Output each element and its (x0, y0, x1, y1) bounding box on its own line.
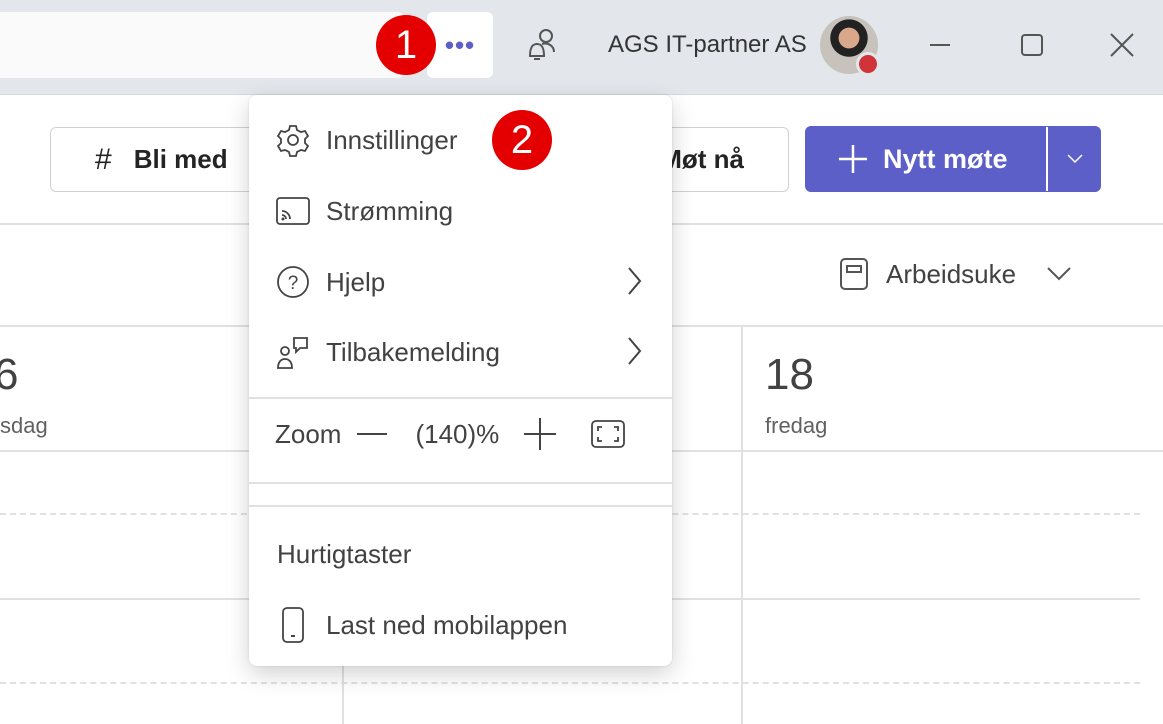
menu-item-feedback[interactable]: Tilbakemelding (249, 322, 672, 382)
more-options-button[interactable]: ••• (427, 12, 493, 78)
gear-icon (275, 122, 311, 158)
organization-name[interactable]: AGS IT-partner AS (608, 31, 807, 59)
svg-text:?: ? (288, 273, 299, 294)
maximize-icon (1021, 34, 1043, 56)
menu-separator (249, 505, 672, 507)
half-hour-line (0, 682, 1140, 684)
hash-icon: # (95, 142, 112, 176)
zoom-out-icon[interactable] (355, 419, 389, 449)
mobile-phone-icon (275, 607, 311, 643)
annotation-badge-1: 1 (376, 15, 436, 75)
zoom-value: (140)% (415, 418, 500, 449)
menu-separator (249, 397, 672, 399)
menu-item-label: Hurtigtaster (277, 538, 412, 569)
new-meeting-label: Nytt møte (883, 143, 1008, 174)
menu-item-label: Innstillinger (326, 124, 458, 155)
status-badge (856, 52, 880, 76)
notification-bell-icon[interactable] (522, 26, 562, 66)
menu-item-mobile-app[interactable]: Last ned mobilappen (249, 595, 672, 655)
day-number: 6 (0, 350, 19, 399)
view-selector[interactable]: Arbeidsuke (840, 258, 1072, 290)
zoom-in-icon[interactable] (523, 417, 557, 451)
zoom-control: Zoom (140)% (275, 417, 626, 451)
search-input[interactable] (0, 12, 405, 78)
join-button[interactable]: # Bli med (50, 127, 280, 192)
maximize-button[interactable] (1009, 22, 1055, 68)
more-options-menu: Innstillinger Strømming ? Hjelp Tilbakem… (249, 95, 672, 666)
fullscreen-icon[interactable] (591, 420, 626, 448)
new-meeting-button[interactable]: Nytt møte (805, 126, 1101, 192)
menu-item-settings[interactable]: Innstillinger (249, 110, 672, 170)
meet-now-label: Møt nå (660, 144, 744, 174)
view-label: Arbeidsuke (886, 258, 1017, 289)
column-divider (741, 326, 743, 724)
chevron-down-icon (1047, 267, 1071, 281)
new-meeting-main[interactable]: Nytt møte (805, 127, 1048, 191)
minimize-button[interactable] (917, 22, 963, 68)
help-icon: ? (275, 264, 311, 300)
join-label: Bli med (133, 144, 228, 174)
chevron-right-icon (628, 337, 642, 365)
chevron-right-icon (628, 267, 642, 295)
close-icon (1110, 33, 1134, 57)
menu-item-label: Strømming (326, 195, 454, 226)
menu-item-help[interactable]: ? Hjelp (249, 252, 672, 312)
menu-separator (249, 482, 672, 484)
annotation-badge-2: 2 (492, 110, 552, 170)
plus-icon (839, 145, 867, 173)
menu-item-label: Tilbakemelding (326, 336, 500, 367)
close-button[interactable] (1099, 22, 1145, 68)
day-name: fredag (765, 413, 828, 438)
feedback-icon (275, 334, 311, 370)
minimize-icon (930, 44, 950, 46)
menu-item-label: Hjelp (326, 266, 386, 297)
new-meeting-dropdown[interactable] (1048, 153, 1101, 165)
menu-item-shortcuts[interactable]: Hurtigtaster (249, 524, 672, 584)
cast-icon (275, 193, 311, 229)
day-number: 18 (765, 350, 814, 399)
calendar-view-icon (840, 258, 868, 290)
zoom-label: Zoom (275, 418, 342, 449)
menu-item-streaming[interactable]: Strømming (249, 181, 672, 241)
chevron-down-icon (1066, 154, 1083, 164)
menu-item-label: Last ned mobilappen (326, 609, 568, 640)
day-name: sdag (0, 413, 48, 438)
